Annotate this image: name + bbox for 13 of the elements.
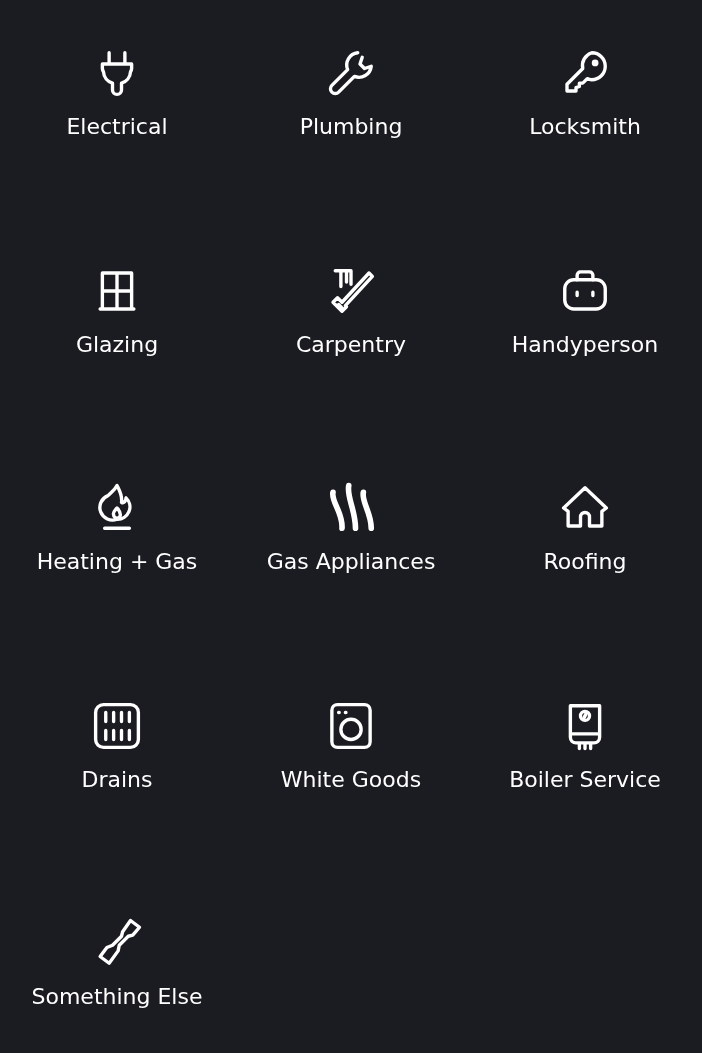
category-button[interactable]: Gas Appliances <box>234 481 468 591</box>
category-button[interactable]: Boiler Service <box>468 698 702 809</box>
category-button[interactable]: Roofing <box>468 481 702 591</box>
category-button[interactable]: Handyperson <box>468 263 702 374</box>
category-button[interactable]: Something Else <box>0 916 234 1026</box>
category-button[interactable]: Carpentry <box>234 263 468 374</box>
category-button[interactable]: Plumbing <box>234 46 468 156</box>
category-button[interactable]: Glazing <box>0 263 234 374</box>
category-button[interactable]: Electrical <box>0 46 234 156</box>
category-button[interactable]: Locksmith <box>468 46 702 156</box>
category-button[interactable]: White Goods <box>234 698 468 809</box>
category-button[interactable]: Drains <box>0 698 234 809</box>
category-button[interactable]: Heating + Gas <box>0 481 234 591</box>
